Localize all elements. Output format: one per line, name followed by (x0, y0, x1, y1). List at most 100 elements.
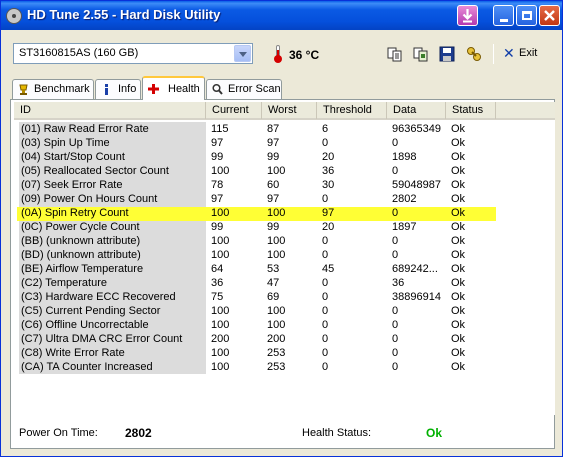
cell-current: 100 (211, 319, 230, 331)
cell-worst: 97 (267, 193, 280, 205)
table-row[interactable]: (C6) Offline Uncorrectable 100 100 0 0 Ok (14, 319, 555, 333)
table-row[interactable]: (C2) Temperature 36 47 0 36 Ok (14, 277, 555, 291)
cell-id: (C6) Offline Uncorrectable (21, 319, 149, 331)
title-bar[interactable]: HD Tune 2.55 - Hard Disk Utility (1, 1, 562, 30)
cell-id: (C5) Current Pending Sector (21, 305, 161, 317)
header-current[interactable]: Current (206, 102, 262, 119)
toolbar-separator (493, 44, 494, 64)
cell-worst: 60 (267, 179, 280, 191)
cell-id: (05) Reallocated Sector Count (21, 165, 169, 177)
tab-info[interactable]: Info (95, 79, 141, 99)
cell-worst: 87 (267, 123, 280, 135)
cell-status: Ok (451, 235, 466, 247)
cell-worst: 253 (267, 361, 286, 373)
tab-error-scan[interactable]: Error Scan (206, 79, 282, 99)
table-row[interactable]: (BB) (unknown attribute) 100 100 0 0 Ok (14, 235, 555, 249)
tab-health[interactable]: Health (142, 76, 205, 100)
table-row[interactable]: (BE) Airflow Temperature 64 53 45 689242... O… (14, 263, 555, 277)
cell-threshold: 0 (322, 291, 329, 303)
header-worst[interactable]: Worst (262, 102, 317, 119)
table-row[interactable]: (C5) Current Pending Sector 100 100 0 0 Ok (14, 305, 555, 319)
drive-select-value: ST3160815AS (160 GB) (19, 47, 139, 59)
drive-select[interactable]: ST3160815AS (160 GB) (13, 43, 253, 64)
maximize-button[interactable] (516, 5, 537, 26)
cell-current: 97 (211, 137, 224, 149)
cell-data: 96365349 (392, 123, 441, 135)
temperature-readout: 36 °C (289, 48, 320, 62)
minimize-to-tray-button[interactable] (457, 5, 478, 26)
table-row[interactable]: (C8) Write Error Rate 100 253 0 0 Ok (14, 347, 555, 361)
cell-status: Ok (451, 151, 466, 163)
cell-threshold: 0 (322, 193, 329, 205)
cell-data: 0 (392, 165, 399, 177)
cell-status: Ok (451, 277, 466, 289)
table-row[interactable]: (C3) Hardware ECC Recovered 75 69 0 38896914… (14, 291, 555, 305)
cell-current: 100 (211, 235, 230, 247)
header-data[interactable]: Data (387, 102, 446, 119)
cell-status: Ok (451, 291, 466, 303)
header-threshold[interactable]: Threshold (317, 102, 387, 119)
tab-error-scan-label: Error Scan (228, 83, 281, 95)
exit-button[interactable]: ✕ Exit (503, 45, 543, 62)
table-row[interactable]: (09) Power On Hours Count 97 97 0 2802 Ok (14, 193, 555, 207)
header-status[interactable]: Status (446, 102, 496, 119)
cell-status: Ok (451, 123, 466, 135)
close-button[interactable] (539, 5, 560, 26)
options-icon (467, 47, 481, 61)
table-row[interactable]: (01) Raw Read Error Rate 115 87 6 96365349 Ok (14, 123, 555, 137)
cell-id: (01) Raw Read Error Rate (21, 123, 149, 135)
cell-data: 0 (392, 305, 399, 317)
cell-worst: 53 (267, 263, 280, 275)
health-status-value: Ok (426, 426, 443, 440)
table-row[interactable]: (C7) Ultra DMA CRC Error Count 200 200 0 0 Ok (14, 333, 555, 347)
cell-worst: 99 (267, 151, 280, 163)
cell-id: (07) Seek Error Rate (21, 179, 123, 191)
tab-health-label: Health (168, 83, 200, 95)
cell-status: Ok (451, 179, 466, 191)
cell-worst: 253 (267, 347, 286, 359)
copy-text-button[interactable] (387, 46, 403, 62)
cell-id: (BD) (unknown attribute) (21, 249, 141, 261)
smart-table[interactable]: ID Current Worst Threshold Data Status (… (14, 102, 555, 415)
cell-threshold: 0 (322, 347, 329, 359)
table-row[interactable]: (04) Start/Stop Count 99 99 20 1898 Ok (14, 151, 555, 165)
cell-current: 100 (211, 249, 230, 261)
cell-current: 115 (211, 123, 229, 135)
cell-threshold: 20 (322, 221, 335, 233)
table-row[interactable]: (BD) (unknown attribute) 100 100 0 0 Ok (14, 249, 555, 263)
chevron-down-icon[interactable] (234, 45, 251, 62)
cell-current: 75 (211, 291, 224, 303)
save-button[interactable] (439, 46, 455, 62)
table-row[interactable]: (07) Seek Error Rate 78 60 30 59048987 Ok (14, 179, 555, 193)
cell-threshold: 97 (322, 207, 335, 219)
cell-status: Ok (451, 305, 466, 317)
exit-button-label: Exit (519, 47, 538, 59)
cell-current: 99 (211, 151, 224, 163)
cell-worst: 97 (267, 137, 280, 149)
cell-threshold: 0 (322, 249, 329, 261)
cell-data: 0 (392, 361, 399, 373)
minimize-button[interactable] (493, 5, 514, 26)
tab-benchmark[interactable]: Benchmark (12, 79, 94, 99)
header-id[interactable]: ID (14, 102, 206, 119)
table-row[interactable]: (03) Spin Up Time 97 97 0 0 Ok (14, 137, 555, 151)
copy-screenshot-button[interactable] (413, 46, 429, 62)
cell-id: (C7) Ultra DMA CRC Error Count (21, 333, 183, 345)
table-row[interactable]: (05) Reallocated Sector Count 100 100 36 0 Ok (14, 165, 555, 179)
options-button[interactable] (466, 46, 482, 62)
cell-threshold: 6 (322, 123, 329, 135)
table-header: ID Current Worst Threshold Data Status (14, 102, 555, 120)
cell-id: (C8) Write Error Rate (21, 347, 125, 359)
table-row[interactable]: (0A) Spin Retry Count 100 100 97 0 Ok (14, 207, 555, 221)
cell-current: 200 (211, 333, 230, 345)
table-row[interactable]: (CA) TA Counter Increased 100 253 0 0 Ok (14, 361, 555, 375)
app-window: HD Tune 2.55 - Hard Disk Utility ST31608… (0, 0, 563, 457)
cell-status: Ok (451, 333, 466, 345)
info-icon (105, 84, 108, 95)
cell-data: 0 (392, 207, 399, 219)
cell-worst: 200 (267, 333, 286, 345)
cell-worst: 100 (267, 235, 286, 247)
table-row[interactable]: (0C) Power Cycle Count 99 99 20 1897 Ok (14, 221, 555, 235)
health-cross-icon (148, 84, 159, 94)
thermometer-icon (274, 45, 282, 63)
